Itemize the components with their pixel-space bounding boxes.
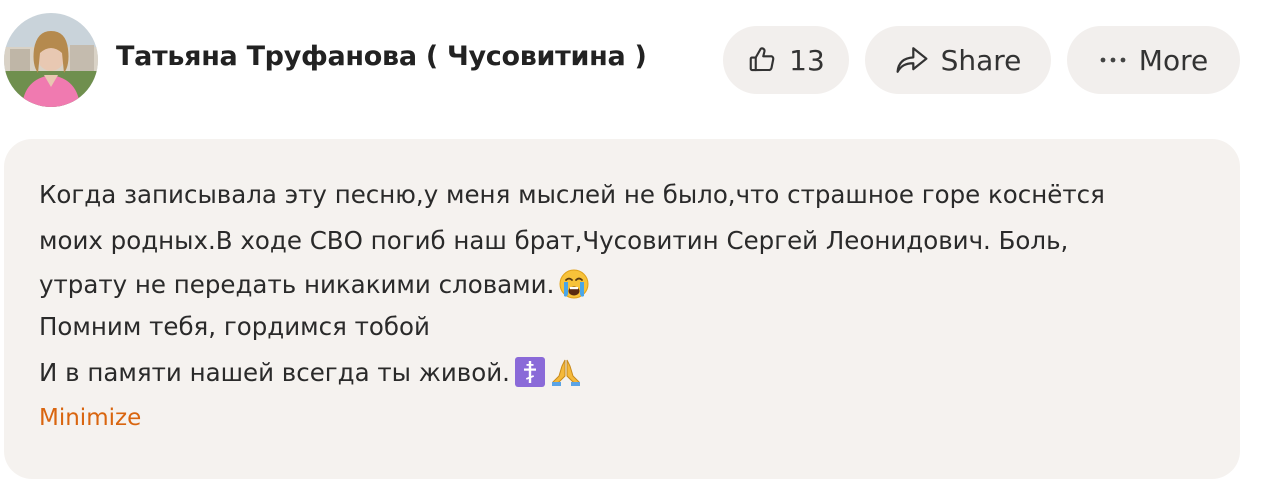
post-text-line: И в памяти нашей всегда ты живой. [39,356,582,388]
orthodox-cross-emoji [514,356,546,388]
post-text: утрату не передать никакими словами. [39,269,555,299]
share-button[interactable]: Share [865,26,1051,94]
ellipsis-icon [1099,55,1127,65]
post-text-line: Когда записывала эту песню,у меня мыслей… [39,180,1105,209]
post-text: Когда записывала эту песню,у меня мыслей… [39,180,1105,209]
post-text-line: моих родных.В ходе СВО погиб наш брат,Чу… [39,226,1068,255]
comment-header: Татьяна Труфанова ( Чусовитина ) 13 Shar… [0,0,1280,120]
like-button[interactable]: 13 [723,26,849,94]
post-text-line: Помним тебя, гордимся тобой [39,312,430,341]
author-name[interactable]: Татьяна Труфанова ( Чусовитина ) [116,41,647,72]
avatar[interactable] [4,13,98,107]
post-text-line: утрату не передать никакими словами. [39,268,590,300]
thumbs-up-icon [747,45,777,75]
post-text: моих родных.В ходе СВО погиб наш брат,Чу… [39,226,1069,255]
share-arrow-icon [895,45,929,75]
post-text: И в памяти нашей всегда ты живой. [39,357,510,387]
crying-face-emoji [558,268,590,300]
like-count: 13 [789,43,825,77]
share-label: Share [940,43,1022,77]
post-text: Помним тебя, гордимся тобой [39,312,430,341]
minimize-link[interactable]: Minimize [39,405,141,431]
more-label: More [1138,43,1209,77]
praying-hands-emoji [550,356,582,388]
more-button[interactable]: More [1067,26,1240,94]
